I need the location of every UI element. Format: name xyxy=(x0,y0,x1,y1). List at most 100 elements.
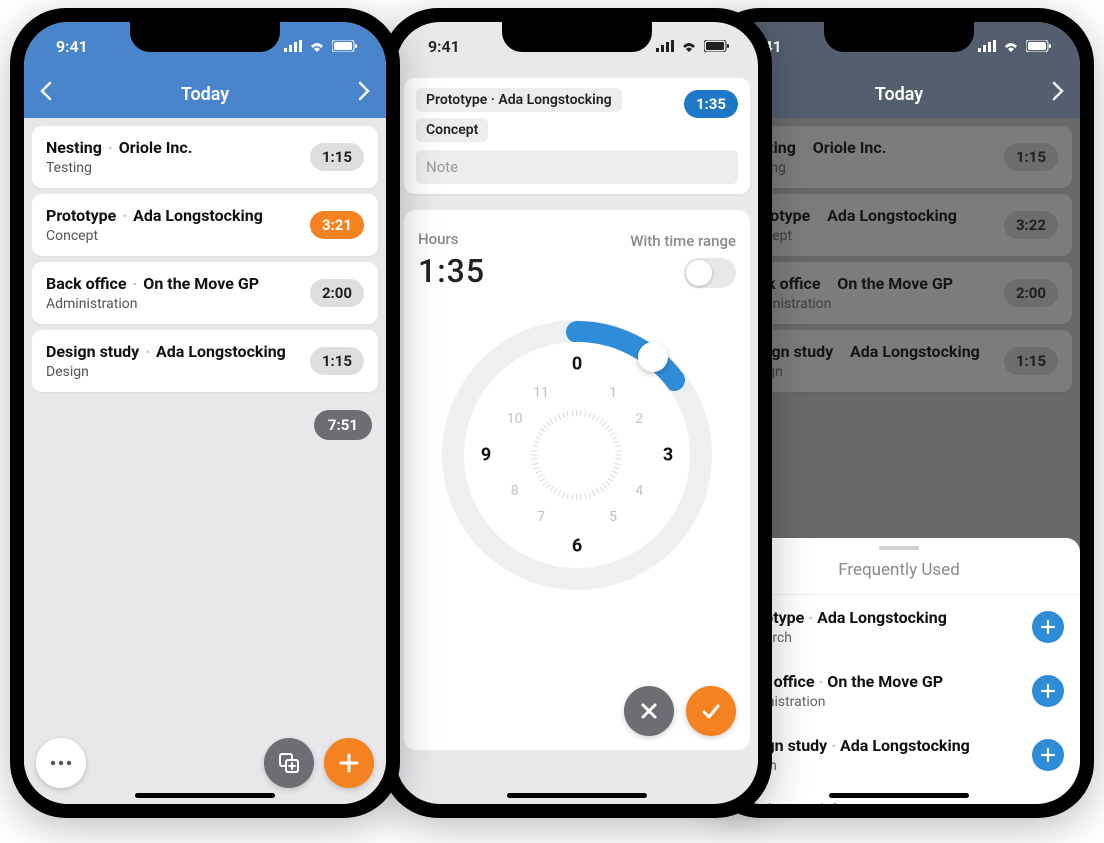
clock-tick xyxy=(537,432,543,436)
clock-tick xyxy=(558,490,561,496)
add-frequent-button[interactable] xyxy=(1032,739,1064,771)
add-frequent-button[interactable] xyxy=(1032,675,1064,707)
clock-dial[interactable]: 03691245781011 xyxy=(442,320,712,590)
clock-tick xyxy=(550,418,554,423)
clock-tick xyxy=(558,414,561,420)
cancel-button[interactable] xyxy=(624,686,674,736)
clock-tick xyxy=(580,410,582,416)
clock-major-9: 9 xyxy=(481,445,491,466)
add-frequent-button[interactable] xyxy=(1032,611,1064,643)
clock-tick xyxy=(580,494,582,500)
entry-duration[interactable]: 1:15 xyxy=(310,143,364,171)
clock-minor-4: 4 xyxy=(635,483,643,499)
add-frequent-button[interactable] xyxy=(1032,803,1064,804)
time-range-label: With time range xyxy=(630,232,736,250)
clock-tick xyxy=(616,455,622,456)
header: Today xyxy=(24,70,386,118)
next-day-button[interactable] xyxy=(358,81,370,107)
entries-list: Nesting · Oriole Inc. Testing 1:15 Proto… xyxy=(24,118,386,804)
entry-title: Nesting · Oriole Inc. xyxy=(46,138,192,157)
header-dim: Today xyxy=(718,70,1080,118)
clock-tick xyxy=(540,478,545,482)
clock-tick xyxy=(543,425,548,430)
clock-minor-1: 1 xyxy=(609,385,617,401)
clock-tick xyxy=(599,486,603,491)
clock-tick xyxy=(567,411,569,417)
clock-tick xyxy=(554,489,558,495)
add-entry-button[interactable] xyxy=(324,738,374,788)
entry-duration[interactable]: 1:15 xyxy=(310,347,364,375)
clock-tick xyxy=(592,490,595,496)
cellular-icon xyxy=(978,37,996,56)
home-indicator[interactable] xyxy=(507,793,647,798)
entry-duration[interactable]: 3:21 xyxy=(310,211,364,239)
cellular-icon xyxy=(284,37,302,56)
clock-tick xyxy=(534,467,540,470)
hours-value[interactable]: 1:35 xyxy=(418,252,485,290)
device-notch xyxy=(502,22,652,52)
frequently-used-sheet: Frequently Used Prototype · Ada Longstoc… xyxy=(718,538,1080,804)
project-chip[interactable]: Prototype · Ada Longstocking xyxy=(416,88,622,112)
status-icons xyxy=(656,37,730,56)
cellular-icon xyxy=(656,37,674,56)
clock-tick xyxy=(532,459,538,461)
clock-tick xyxy=(537,474,543,478)
time-entry[interactable]: Prototype · Ada Longstocking Concept 3:2… xyxy=(32,194,378,256)
clock-tick xyxy=(615,450,621,452)
frequent-item[interactable]: Back office · On the Move GP Administrat… xyxy=(718,659,1080,723)
clock-tick xyxy=(613,467,619,470)
clock-tick xyxy=(534,441,540,444)
entry-task: Design xyxy=(46,364,286,380)
sheet-drag-handle[interactable] xyxy=(879,546,919,550)
clock-tick xyxy=(615,463,621,465)
frequent-item[interactable]: Prototype · Ada Longstocking Research xyxy=(718,595,1080,659)
wifi-icon xyxy=(680,37,698,56)
entry-detail-card: Prototype · Ada Longstocking Concept 1:3… xyxy=(396,70,758,202)
duration-panel: Hours 1:35 With time range 0369124578 xyxy=(404,210,750,750)
clock-handle[interactable] xyxy=(638,342,668,372)
time-entry[interactable]: Nesting · Oriole Inc. Testing 1:15 xyxy=(32,126,378,188)
clock-tick xyxy=(584,493,586,499)
status-time: 9:41 xyxy=(56,37,88,56)
home-indicator[interactable] xyxy=(829,793,969,798)
duration-badge[interactable]: 1:35 xyxy=(684,90,738,118)
confirm-button[interactable] xyxy=(686,686,736,736)
clock-tick xyxy=(571,410,573,416)
clock-major-0: 0 xyxy=(572,354,582,375)
clock-tick xyxy=(562,412,565,418)
battery-icon xyxy=(1026,37,1052,56)
time-range-toggle[interactable] xyxy=(684,258,736,288)
entry-duration[interactable]: 2:00 xyxy=(310,279,364,307)
entry-task: Testing xyxy=(46,160,192,176)
prev-day-button[interactable] xyxy=(40,81,52,107)
more-button[interactable] xyxy=(36,738,86,788)
next-day-button[interactable] xyxy=(1052,81,1064,107)
clock-tick xyxy=(596,416,600,422)
wifi-icon xyxy=(308,37,326,56)
task-chip[interactable]: Concept xyxy=(416,118,488,142)
clock-tick xyxy=(554,416,558,422)
clock-tick xyxy=(576,494,577,500)
battery-icon xyxy=(332,37,358,56)
clock-tick xyxy=(612,436,618,439)
time-entry[interactable]: Design study · Ada Longstocking Design 1… xyxy=(32,330,378,392)
clock-tick xyxy=(592,414,595,420)
daily-total-row: 7:51 xyxy=(32,398,378,452)
entry-title: Design study · Ada Longstocking xyxy=(46,342,286,361)
hours-label: Hours xyxy=(418,230,485,248)
header-title[interactable]: Today xyxy=(52,84,358,105)
clock-tick xyxy=(584,411,586,417)
home-indicator[interactable] xyxy=(135,793,275,798)
clock-tick xyxy=(612,470,618,473)
time-entry[interactable]: Back office · On the Move GP Administrat… xyxy=(32,262,378,324)
clock-tick xyxy=(588,492,591,498)
clock-tick xyxy=(608,478,613,482)
clock-tick xyxy=(567,493,569,499)
note-input[interactable]: Note xyxy=(416,150,738,184)
entries-list-dim: Nesting · Oriole Inc. Testing 1:15 Proto… xyxy=(718,118,1080,804)
clock-tick xyxy=(562,492,565,498)
clock-tick xyxy=(602,484,607,489)
wifi-icon xyxy=(1002,37,1020,56)
duplicate-button[interactable] xyxy=(264,738,314,788)
frequent-item[interactable]: Design study · Ada Longstocking Design xyxy=(718,723,1080,787)
